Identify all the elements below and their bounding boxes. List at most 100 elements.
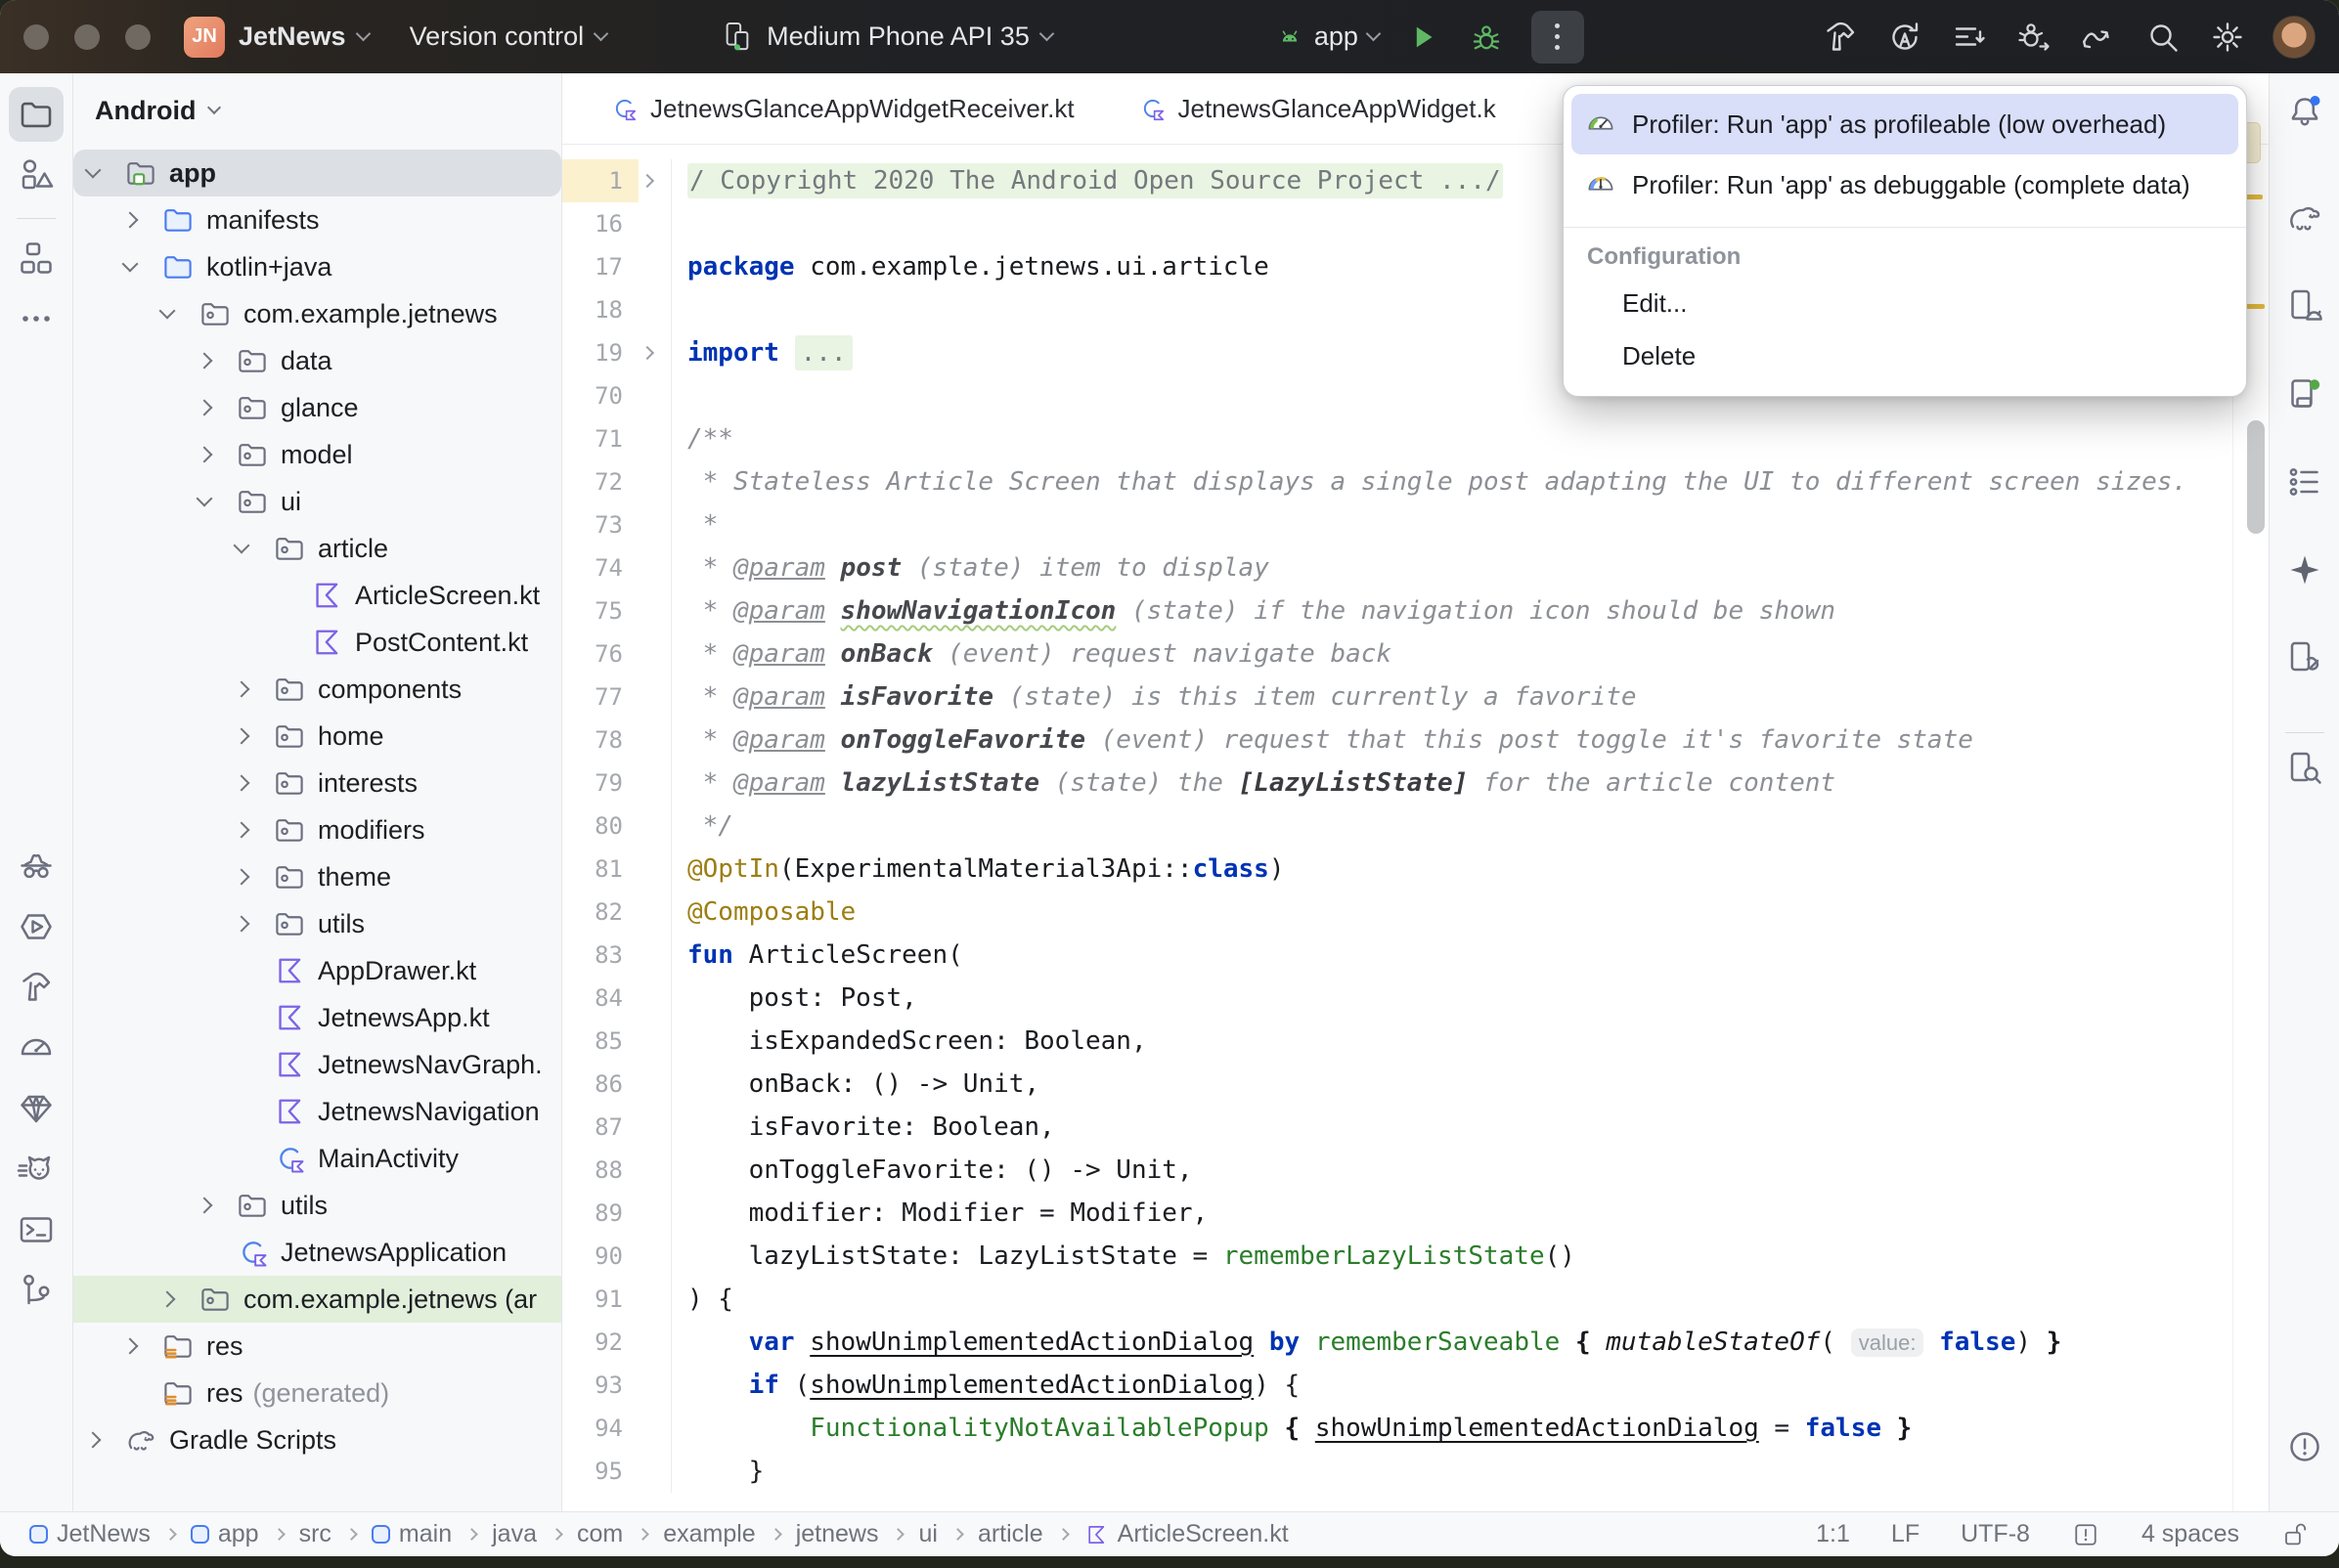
tool-terminal-button[interactable] [9,1202,64,1257]
chevron-right-icon[interactable] [122,212,139,229]
tool-todo-structure-button[interactable] [2281,458,2328,505]
tree-item-res[interactable]: res [73,1323,561,1370]
tree-item-ui[interactable]: ui [73,478,561,525]
editor-tab[interactable]: JetnewsGlanceAppWidget.k [1106,73,1527,144]
notifications-square-icon[interactable] [2071,1520,2100,1549]
chevron-down-icon[interactable] [122,256,139,273]
tool-notifications-button[interactable] [2281,89,2328,136]
breadcrumb-item[interactable]: example [663,1520,756,1548]
breadcrumb-item[interactable]: main [372,1520,452,1548]
tool-project-button[interactable] [9,87,64,142]
fold-chevron-icon[interactable] [640,346,654,360]
breadcrumb-item[interactable]: ArticleScreen.kt [1083,1520,1289,1548]
tree-item-jetnewsnavgraph[interactable]: JetnewsNavGraph. [73,1041,561,1088]
tree-item-components[interactable]: components [73,666,561,713]
tree-item-com-example-jetnews[interactable]: com.example.jetnews [73,290,561,337]
tree-item-gradle-scripts[interactable]: Gradle Scripts [73,1416,561,1463]
tree-item-modifiers[interactable]: modifiers [73,806,561,853]
zoom-window-button[interactable] [125,24,151,50]
tree-item-com-example-jetnews-ar[interactable]: com.example.jetnews (ar [73,1276,561,1323]
run-configuration-selector[interactable]: app [1275,22,1379,52]
tree-item-theme[interactable]: theme [73,853,561,900]
tool-gemini-button[interactable] [2281,546,2328,593]
device-streaming-icon[interactable] [2079,18,2118,57]
tool-device-explorer-button[interactable] [2281,745,2328,792]
chevron-right-icon[interactable] [197,400,213,416]
tool-device-mirroring-button[interactable] [2281,634,2328,681]
chevron-down-icon[interactable] [159,303,176,320]
user-avatar[interactable] [2273,16,2316,59]
popup-action-edit[interactable]: Edit... [1564,277,2246,329]
breadcrumb-item[interactable]: app [191,1520,259,1548]
project-view-selector[interactable]: Android [73,73,561,124]
tree-item-article[interactable]: article [73,525,561,572]
chevron-right-icon[interactable] [197,447,213,463]
tree-item-postcontent-kt[interactable]: PostContent.kt [73,619,561,666]
popup-action-delete[interactable]: Delete [1564,329,2246,382]
tool-resource-manager-button[interactable] [9,148,64,202]
tree-item-articlescreen-kt[interactable]: ArticleScreen.kt [73,572,561,619]
search-icon[interactable] [2143,18,2183,57]
tree-item-utils[interactable]: utils [73,900,561,947]
tool-running-devices-button[interactable] [2281,370,2328,417]
popup-item[interactable]: Profiler: Run 'app' as debuggable (compl… [1571,154,2238,215]
line-ending[interactable]: LF [1891,1520,1920,1548]
tool-logcat-button[interactable] [9,1142,64,1197]
sync-alphabet-icon[interactable] [1885,18,1924,57]
tree-item-kotlin-java[interactable]: kotlin+java [73,243,561,290]
chevron-right-icon[interactable] [85,1432,102,1449]
tree-item-jetnewsapp-kt[interactable]: JetnewsApp.kt [73,994,561,1041]
indent-setting[interactable]: 4 spaces [2141,1520,2239,1548]
fold-chevron-icon[interactable] [640,174,654,188]
breadcrumb-item[interactable]: src [299,1520,331,1548]
vcs-widget[interactable]: Version control [410,22,607,52]
breadcrumb-item[interactable]: com [577,1520,623,1548]
tool-build-button[interactable] [9,960,64,1015]
breadcrumb-item[interactable]: article [978,1520,1043,1548]
tree-item-appdrawer-kt[interactable]: AppDrawer.kt [73,947,561,994]
tree-item-data[interactable]: data [73,337,561,384]
breadcrumb-item[interactable]: ui [918,1520,937,1548]
tool-profiler-button[interactable] [9,1021,64,1075]
tree-item-res[interactable]: res(generated) [73,1370,561,1416]
project-selector[interactable]: JetNews [239,22,369,52]
chevron-right-icon[interactable] [234,822,250,839]
chevron-right-icon[interactable] [197,353,213,370]
tool-device-manager-button[interactable] [2281,283,2328,329]
editor-scrollbar[interactable] [2247,420,2265,534]
tool-version-control-button[interactable] [9,1263,64,1318]
tool-device-shell-button[interactable] [9,839,64,893]
chevron-right-icon[interactable] [159,1291,176,1308]
tree-item-mainactivity[interactable]: MainActivity [73,1135,561,1182]
apply-changes-bug-icon[interactable] [2014,18,2053,57]
chevron-right-icon[interactable] [197,1198,213,1214]
tree-item-app[interactable]: app [73,150,561,196]
chevron-down-icon[interactable] [197,491,213,507]
tool-app-inspection-button[interactable] [9,1081,64,1136]
file-encoding[interactable]: UTF-8 [1961,1520,2030,1548]
breadcrumb-item[interactable]: jetnews [796,1520,879,1548]
editor-tab[interactable]: JetnewsGlanceAppWidgetReceiver.kt [578,73,1106,144]
profiler-lines-icon[interactable] [1950,18,1989,57]
lock-open-icon[interactable] [2280,1520,2310,1549]
tree-item-interests[interactable]: interests [73,760,561,806]
breadcrumb-item[interactable]: JetNews [29,1520,151,1548]
tool-gradle-button[interactable] [2281,195,2328,241]
tool-problems-button[interactable] [2281,1423,2328,1470]
more-run-options-button[interactable] [1531,11,1584,64]
chevron-right-icon[interactable] [234,869,250,886]
breadcrumb-item[interactable]: java [492,1520,537,1548]
tree-item-home[interactable]: home [73,713,561,760]
chevron-right-icon[interactable] [234,775,250,792]
tool-structure-button[interactable] [9,231,64,285]
tool-run-tool-button[interactable] [9,899,64,954]
fold-column[interactable] [639,331,672,374]
chevron-right-icon[interactable] [234,916,250,933]
tree-item-manifests[interactable]: manifests [73,196,561,243]
tree-item-jetnewsapplication[interactable]: JetnewsApplication [73,1229,561,1276]
debug-button[interactable] [1469,20,1504,55]
tool-more-tool-windows-button[interactable] [9,291,64,346]
tree-item-utils[interactable]: utils [73,1182,561,1229]
settings-icon[interactable] [2208,18,2247,57]
popup-item[interactable]: Profiler: Run 'app' as profileable (low … [1571,94,2238,154]
